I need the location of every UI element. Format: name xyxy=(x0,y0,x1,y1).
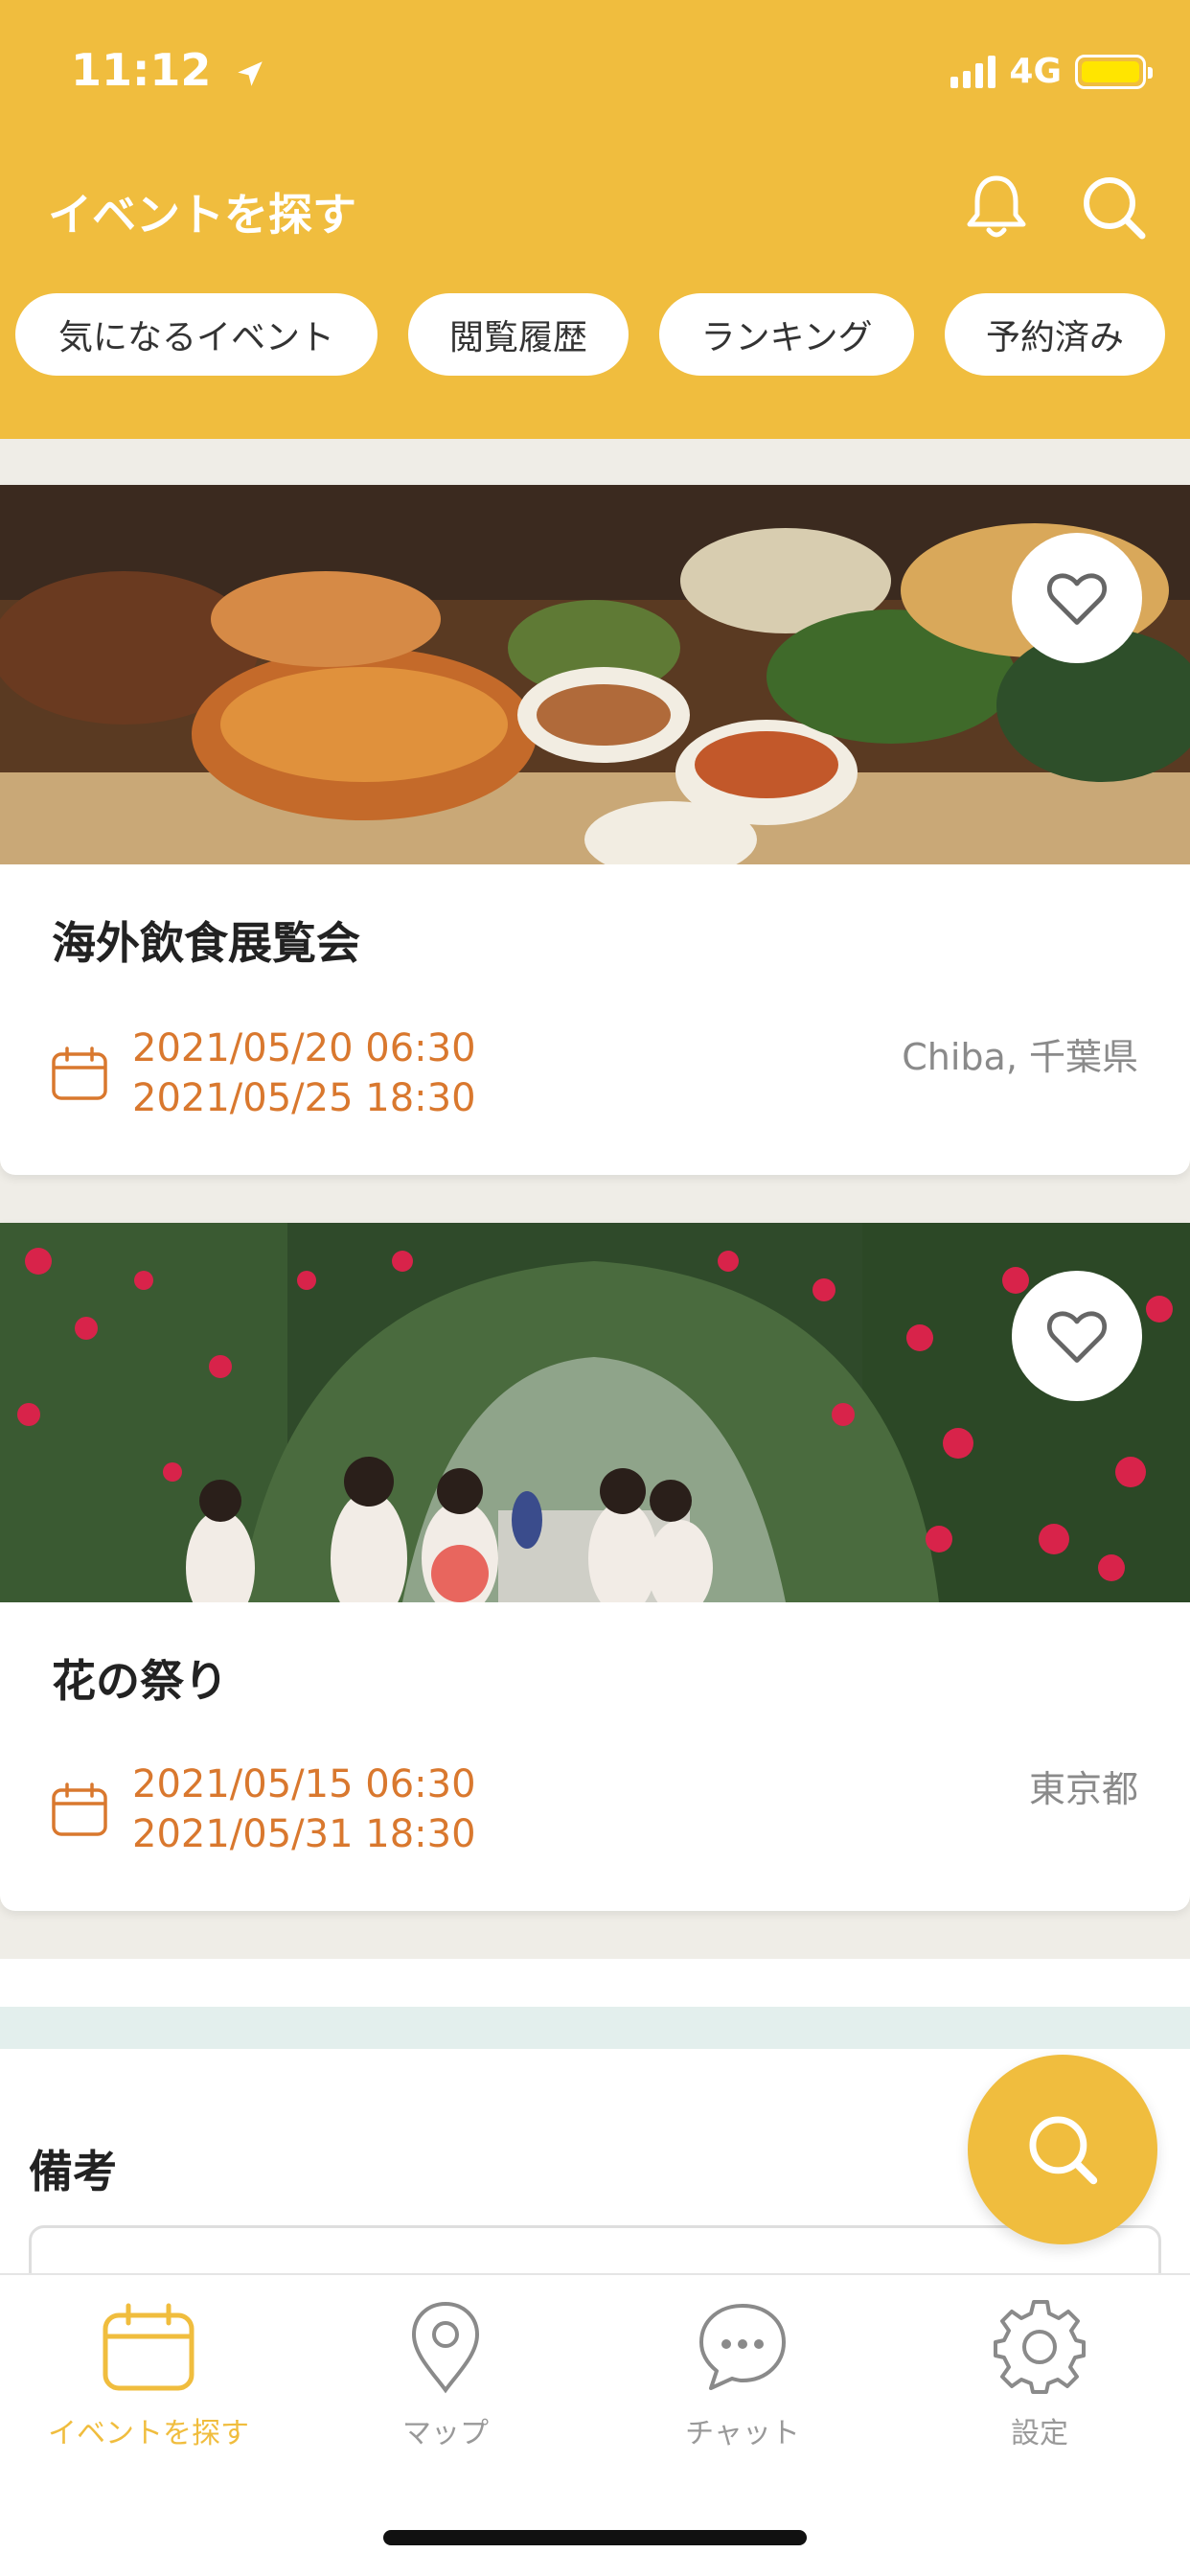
signal-icon xyxy=(950,55,996,88)
food-photo xyxy=(0,485,1190,864)
event-title: 海外飲食展覧会 xyxy=(52,917,360,969)
flower-photo xyxy=(0,1223,1190,1602)
search-icon[interactable] xyxy=(1075,169,1152,245)
gear-icon xyxy=(994,2300,1086,2394)
chip-watched-events[interactable]: 気になるイベント xyxy=(15,293,378,376)
status-time-text: 11:12 xyxy=(71,44,212,96)
status-indicators: 4G xyxy=(950,52,1153,91)
search-icon xyxy=(1029,2116,1098,2185)
event-title: 花の祭り xyxy=(52,1655,228,1707)
calendar-icon xyxy=(52,1782,107,1836)
tab-label: 設定 xyxy=(1011,2417,1068,2450)
event-start: 2021/05/15 06:30 xyxy=(132,1762,476,1806)
chip-history[interactable]: 閲覧履歴 xyxy=(408,293,629,376)
tab-bar: イベントを探す マップ チャット 設定 xyxy=(0,2273,1190,2576)
calendar-icon xyxy=(52,1046,107,1100)
bell-icon[interactable] xyxy=(958,169,1035,245)
calendar-icon xyxy=(103,2303,195,2391)
battery-icon xyxy=(1075,54,1153,89)
notes-label: 備考 xyxy=(29,2146,117,2197)
filter-chips: 気になるイベント 閲覧履歴 ランキング 予約済み xyxy=(0,293,1190,376)
event-location: 東京都 xyxy=(1028,1768,1138,1810)
event-image-flowers xyxy=(0,1223,1190,1602)
tab-label: イベントを探す xyxy=(48,2417,249,2450)
event-start: 2021/05/20 06:30 xyxy=(132,1026,476,1070)
tab-settings[interactable]: 設定 xyxy=(891,2294,1188,2457)
event-location: Chiba, 千葉県 xyxy=(902,1036,1138,1078)
status-time: 11:12 xyxy=(71,44,266,96)
heart-icon xyxy=(1046,1311,1108,1363)
event-dates: 2021/05/15 06:30 2021/05/31 18:30 xyxy=(132,1760,476,1859)
chat-icon xyxy=(699,2304,786,2390)
search-fab[interactable] xyxy=(968,2055,1157,2244)
favorite-button[interactable] xyxy=(1012,533,1142,663)
header: 11:12 4G イベントを探す 気になるイベント 閲覧履歴 ランキング 予約済… xyxy=(0,0,1190,439)
location-arrow-icon xyxy=(238,60,263,86)
partial-card xyxy=(0,1959,1190,2007)
tab-label: チャット xyxy=(685,2417,800,2450)
tab-find-events[interactable]: イベントを探す xyxy=(0,2294,297,2457)
event-card[interactable]: 花の祭り 2021/05/15 06:30 2021/05/31 18:30 東… xyxy=(0,1223,1190,1911)
network-type: 4G xyxy=(1009,52,1062,91)
event-image-food xyxy=(0,485,1190,864)
map-pin-icon xyxy=(411,2301,480,2394)
page-title: イベントを探す xyxy=(48,189,356,241)
chip-reserved[interactable]: 予約済み xyxy=(945,293,1165,376)
event-dates: 2021/05/20 06:30 2021/05/25 18:30 xyxy=(132,1024,476,1123)
favorite-button[interactable] xyxy=(1012,1271,1142,1401)
home-indicator xyxy=(383,2530,807,2545)
tab-label: マップ xyxy=(402,2417,489,2450)
event-end: 2021/05/31 18:30 xyxy=(132,1812,476,1856)
chip-ranking[interactable]: ランキング xyxy=(659,293,914,376)
heart-icon xyxy=(1046,573,1108,625)
event-end: 2021/05/25 18:30 xyxy=(132,1076,476,1120)
tab-map[interactable]: マップ xyxy=(297,2294,594,2457)
tab-chat[interactable]: チャット xyxy=(594,2294,891,2457)
event-card[interactable]: 海外飲食展覧会 2021/05/20 06:30 2021/05/25 18:3… xyxy=(0,485,1190,1175)
